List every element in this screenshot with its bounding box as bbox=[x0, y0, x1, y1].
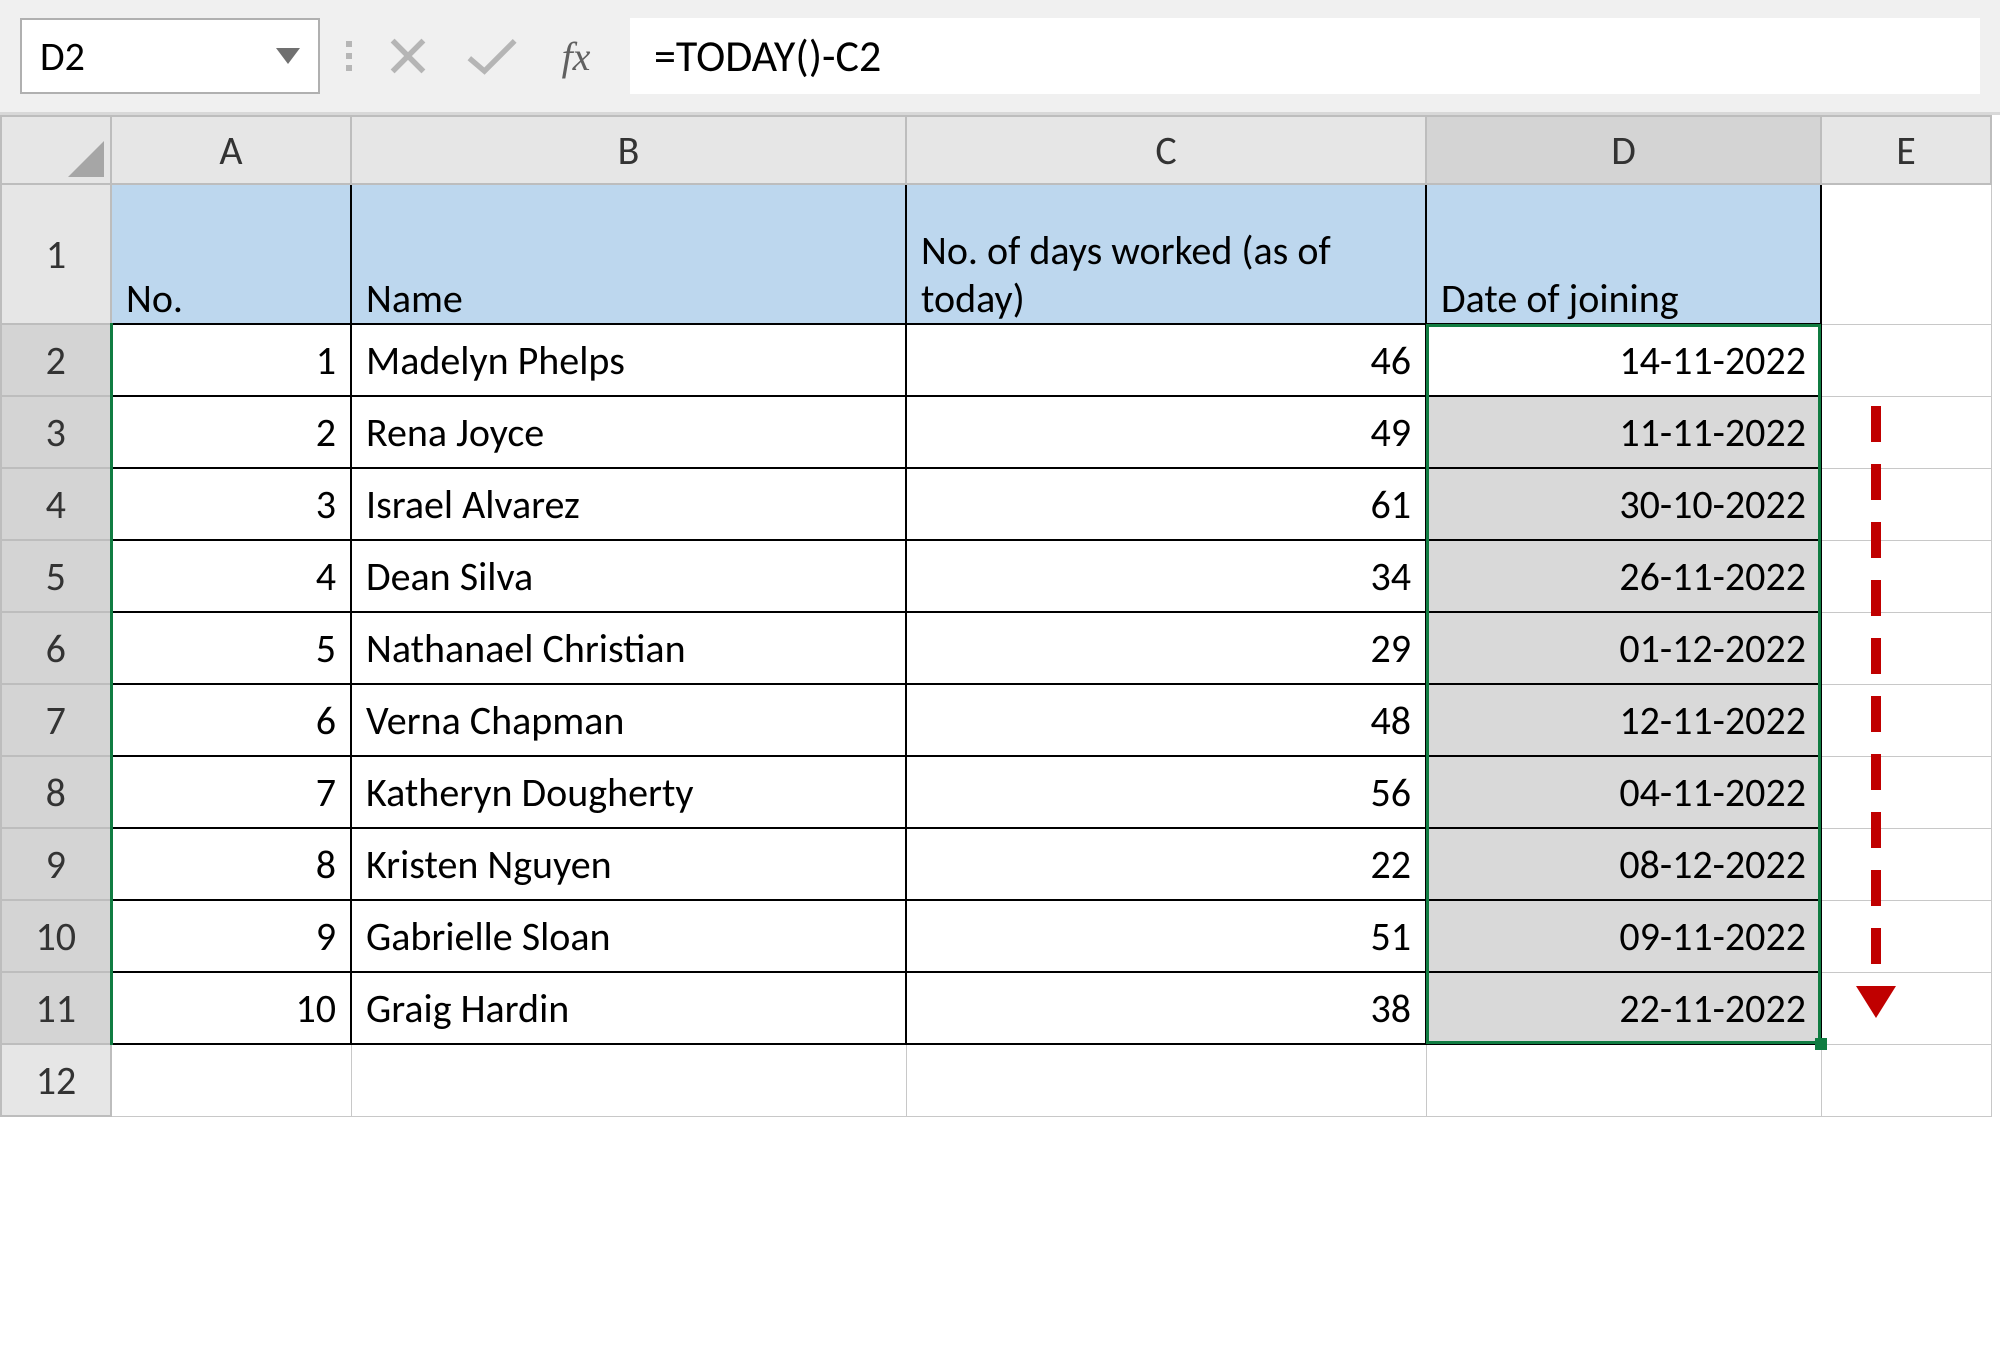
cell-A12[interactable] bbox=[111, 1044, 351, 1116]
cell-C12[interactable] bbox=[906, 1044, 1426, 1116]
cell-C4[interactable]: 61 bbox=[906, 468, 1426, 540]
name-box-value: D2 bbox=[40, 32, 85, 81]
cell-C2[interactable]: 46 bbox=[906, 324, 1426, 396]
cell-B7[interactable]: Verna Chapman bbox=[351, 684, 906, 756]
formula-input[interactable]: =TODAY()-C2 bbox=[630, 18, 1980, 94]
cell-E5[interactable] bbox=[1821, 540, 1991, 612]
col-header-D[interactable]: D bbox=[1426, 116, 1821, 184]
cell-C8[interactable]: 56 bbox=[906, 756, 1426, 828]
cell-B12[interactable] bbox=[351, 1044, 906, 1116]
cell-E6[interactable] bbox=[1821, 612, 1991, 684]
cell-D5[interactable]: 26-11-2022 bbox=[1426, 540, 1821, 612]
cell-E4[interactable] bbox=[1821, 468, 1991, 540]
select-all-corner[interactable] bbox=[1, 116, 111, 184]
header-name: Name bbox=[366, 274, 463, 323]
cell-D7[interactable]: 12-11-2022 bbox=[1426, 684, 1821, 756]
formula-bar: D2 fx =TODAY()-C2 bbox=[0, 0, 2000, 115]
cell-D6[interactable]: 01-12-2022 bbox=[1426, 612, 1821, 684]
spreadsheet-grid[interactable]: A B C D E 1 No. Name No. of days worked … bbox=[0, 115, 2000, 1117]
col-header-E[interactable]: E bbox=[1821, 116, 1991, 184]
row-header-4[interactable]: 4 bbox=[1, 468, 111, 540]
name-box[interactable]: D2 bbox=[20, 18, 320, 94]
row-header-3[interactable]: 3 bbox=[1, 396, 111, 468]
cell-E8[interactable] bbox=[1821, 756, 1991, 828]
cell-D12[interactable] bbox=[1426, 1044, 1821, 1116]
row-header-7[interactable]: 7 bbox=[1, 684, 111, 756]
cell-A1[interactable]: No. bbox=[111, 184, 351, 324]
cell-E12[interactable] bbox=[1821, 1044, 1991, 1116]
insert-function-button[interactable]: fx bbox=[546, 26, 606, 86]
cell-A2[interactable]: 1 bbox=[111, 324, 351, 396]
row-header-5[interactable]: 5 bbox=[1, 540, 111, 612]
cell-A11[interactable]: 10 bbox=[111, 972, 351, 1044]
row-header-11[interactable]: 11 bbox=[1, 972, 111, 1044]
cell-D3[interactable]: 11-11-2022 bbox=[1426, 396, 1821, 468]
row-header-2[interactable]: 2 bbox=[1, 324, 111, 396]
cell-A7[interactable]: 6 bbox=[111, 684, 351, 756]
cell-A5[interactable]: 4 bbox=[111, 540, 351, 612]
cell-C9[interactable]: 22 bbox=[906, 828, 1426, 900]
close-icon bbox=[386, 34, 430, 78]
cell-B11[interactable]: Graig Hardin bbox=[351, 972, 906, 1044]
header-doj: Date of joining bbox=[1441, 274, 1679, 323]
cell-D9[interactable]: 08-12-2022 bbox=[1426, 828, 1821, 900]
col-header-A[interactable]: A bbox=[111, 116, 351, 184]
cell-E2[interactable] bbox=[1821, 324, 1991, 396]
check-icon bbox=[465, 34, 519, 78]
col-header-C[interactable]: C bbox=[906, 116, 1426, 184]
row-header-10[interactable]: 10 bbox=[1, 900, 111, 972]
cell-A4[interactable]: 3 bbox=[111, 468, 351, 540]
column-header-row: A B C D E bbox=[1, 116, 1991, 184]
cell-B5[interactable]: Dean Silva bbox=[351, 540, 906, 612]
cell-B9[interactable]: Kristen Nguyen bbox=[351, 828, 906, 900]
cell-C5[interactable]: 34 bbox=[906, 540, 1426, 612]
chevron-down-icon[interactable] bbox=[276, 48, 300, 64]
fx-icon: fx bbox=[562, 33, 591, 80]
cell-E11[interactable] bbox=[1821, 972, 1991, 1044]
cell-A3[interactable]: 2 bbox=[111, 396, 351, 468]
header-no: No. bbox=[126, 274, 183, 323]
row-header-8[interactable]: 8 bbox=[1, 756, 111, 828]
cell-D2[interactable]: 14-11-2022 bbox=[1426, 324, 1821, 396]
cell-D4[interactable]: 30-10-2022 bbox=[1426, 468, 1821, 540]
cell-D8[interactable]: 04-11-2022 bbox=[1426, 756, 1821, 828]
row-header-9[interactable]: 9 bbox=[1, 828, 111, 900]
cell-E7[interactable] bbox=[1821, 684, 1991, 756]
cell-B8[interactable]: Katheryn Dougherty bbox=[351, 756, 906, 828]
cancel-button[interactable] bbox=[378, 26, 438, 86]
cell-C3[interactable]: 49 bbox=[906, 396, 1426, 468]
formula-text: =TODAY()-C2 bbox=[654, 29, 881, 83]
row-header-6[interactable]: 6 bbox=[1, 612, 111, 684]
cell-C1[interactable]: No. of days worked (as of today) bbox=[906, 184, 1426, 324]
row-header-12[interactable]: 12 bbox=[1, 1044, 111, 1116]
cell-B4[interactable]: Israel Alvarez bbox=[351, 468, 906, 540]
cell-B10[interactable]: Gabrielle Sloan bbox=[351, 900, 906, 972]
cell-B1[interactable]: Name bbox=[351, 184, 906, 324]
cell-D10[interactable]: 09-11-2022 bbox=[1426, 900, 1821, 972]
cell-E3[interactable] bbox=[1821, 396, 1991, 468]
cell-A6[interactable]: 5 bbox=[111, 612, 351, 684]
cell-C6[interactable]: 29 bbox=[906, 612, 1426, 684]
row-header-1[interactable]: 1 bbox=[1, 184, 111, 324]
cell-E10[interactable] bbox=[1821, 900, 1991, 972]
cell-E1[interactable] bbox=[1821, 184, 1991, 324]
cell-D1[interactable]: Date of joining bbox=[1426, 184, 1821, 324]
cell-D11[interactable]: 22-11-2022 bbox=[1426, 972, 1821, 1044]
cell-B3[interactable]: Rena Joyce bbox=[351, 396, 906, 468]
cell-A9[interactable]: 8 bbox=[111, 828, 351, 900]
header-days: No. of days worked (as of today) bbox=[921, 226, 1331, 323]
confirm-button[interactable] bbox=[462, 26, 522, 86]
cell-C10[interactable]: 51 bbox=[906, 900, 1426, 972]
cell-E9[interactable] bbox=[1821, 828, 1991, 900]
cell-B2[interactable]: Madelyn Phelps bbox=[351, 324, 906, 396]
formula-bar-separator bbox=[344, 41, 354, 71]
cell-A10[interactable]: 9 bbox=[111, 900, 351, 972]
cell-C11[interactable]: 38 bbox=[906, 972, 1426, 1044]
cell-B6[interactable]: Nathanael Christian bbox=[351, 612, 906, 684]
col-header-B[interactable]: B bbox=[351, 116, 906, 184]
cell-C7[interactable]: 48 bbox=[906, 684, 1426, 756]
cell-A8[interactable]: 7 bbox=[111, 756, 351, 828]
